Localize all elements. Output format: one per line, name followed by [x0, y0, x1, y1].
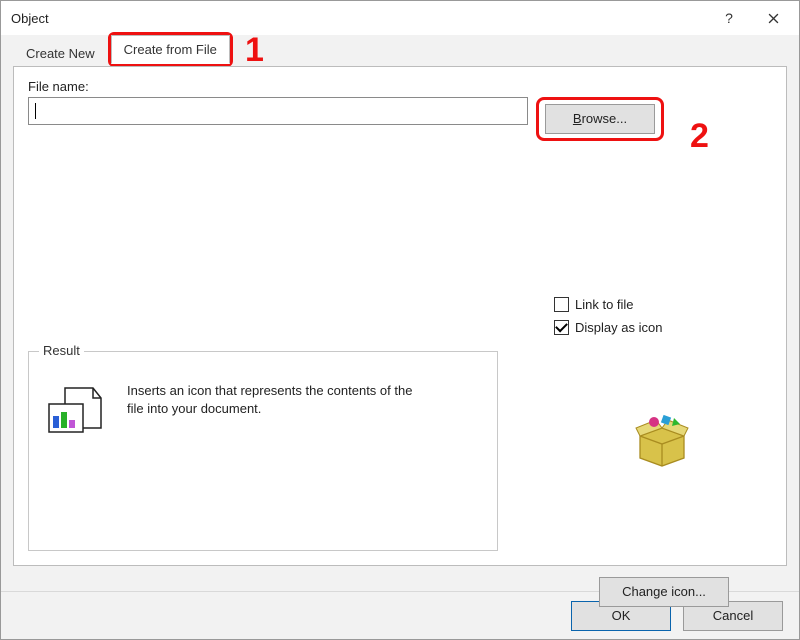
tab-create-new-label: Create New: [26, 46, 95, 61]
text-caret: [35, 103, 36, 119]
package-icon: [632, 412, 692, 471]
result-description: Inserts an icon that represents the cont…: [127, 370, 427, 418]
annotation-1-box: Create from File: [108, 32, 233, 67]
tab-create-new[interactable]: Create New: [13, 39, 108, 67]
tab-create-from-file-label: Create from File: [124, 42, 217, 57]
file-row: Browse...: [28, 97, 772, 141]
display-as-icon-checkbox[interactable]: [554, 320, 569, 335]
display-as-icon-row[interactable]: Display as icon: [554, 320, 662, 335]
dialog-body: Create New Create from File 1 File name:…: [1, 35, 799, 591]
tabstrip: Create New Create from File: [5, 35, 795, 67]
object-dialog: Object ? Create New Create from File 1: [0, 0, 800, 640]
close-button[interactable]: [751, 3, 795, 33]
display-as-icon-label: Display as icon: [575, 320, 662, 335]
change-icon-button[interactable]: Change icon...: [599, 577, 729, 607]
link-to-file-checkbox[interactable]: [554, 297, 569, 312]
dialog-title: Object: [11, 11, 49, 26]
file-name-input[interactable]: [28, 97, 528, 125]
close-icon: [768, 13, 779, 24]
result-group: Result Insert: [28, 351, 498, 551]
options-checkboxes: Link to file Display as icon: [554, 297, 662, 335]
tab-create-from-file[interactable]: Create from File: [111, 35, 230, 64]
tab-panel-create-from-file: File name: Browse... 2 Link t: [13, 66, 787, 566]
link-to-file-label: Link to file: [575, 297, 634, 312]
embed-file-icon: [43, 370, 113, 445]
result-legend: Result: [39, 343, 84, 358]
help-button[interactable]: ?: [707, 3, 751, 33]
titlebar: Object ?: [1, 1, 799, 35]
file-name-label: File name:: [28, 79, 772, 94]
link-to-file-row[interactable]: Link to file: [554, 297, 662, 312]
annotation-2-box: Browse...: [536, 97, 664, 141]
change-icon-wrap: Change icon...: [599, 577, 729, 607]
browse-button[interactable]: Browse...: [545, 104, 655, 134]
